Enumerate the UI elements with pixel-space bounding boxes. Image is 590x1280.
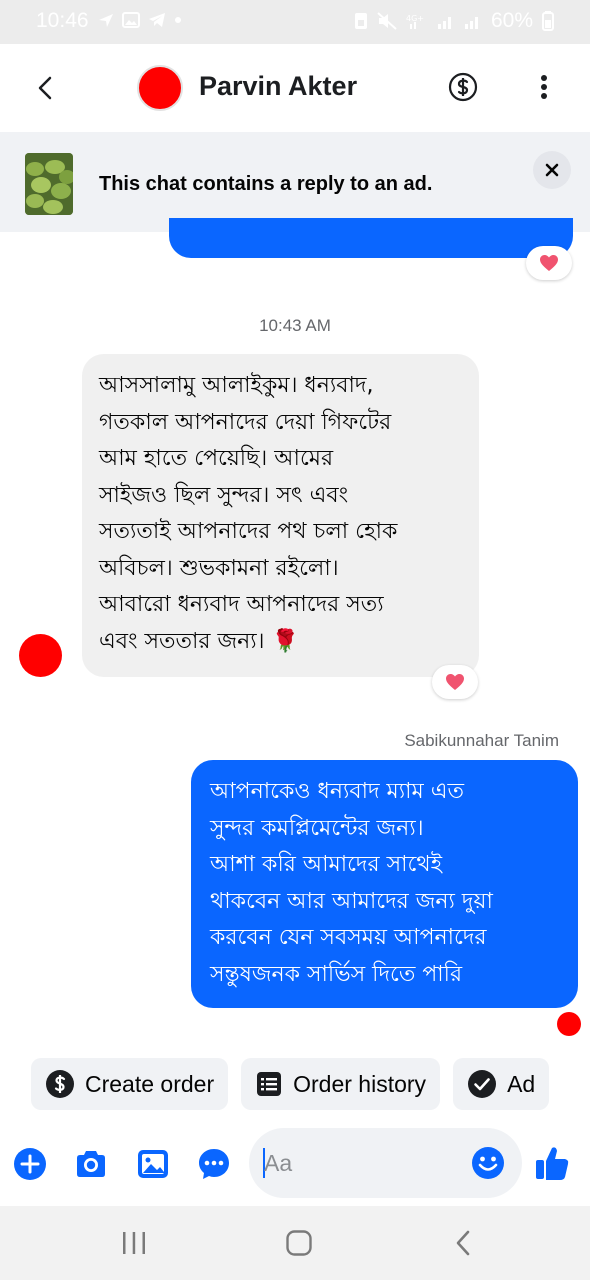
create-order-label: Create order <box>85 1070 215 1097</box>
navigation-arrow-icon <box>99 14 113 27</box>
signal-bars-icon <box>437 17 451 29</box>
message-line: সুন্দর কমপ্লিমেন্টের জন্য। <box>210 815 424 841</box>
message-line: করবেন যেন সবসময় আপনাদের <box>210 925 487 950</box>
dollar-icon <box>46 1070 74 1098</box>
recent-apps-icon[interactable] <box>120 1228 148 1258</box>
back-nav-icon[interactable] <box>452 1228 476 1258</box>
status-time: 10:46 <box>36 9 89 32</box>
incoming-message-bubble[interactable]: আসসালামু আলাইকুম। ধন্যবাদ, গতকাল আপনাদের… <box>82 354 479 677</box>
check-icon <box>468 1070 497 1098</box>
incoming-message-reaction[interactable] <box>432 665 478 699</box>
chat-header: Parvin Akter <box>0 44 590 132</box>
receipt-icon <box>257 1072 282 1096</box>
quick-actions-bar: Create order Order history Ad <box>0 1058 590 1110</box>
status-notification-icons <box>98 12 182 28</box>
message-line: সত্যতাই আপনাদের পথ চলা হোক <box>99 519 398 544</box>
plus-icon[interactable] <box>12 1146 48 1182</box>
message-line: আবারো ধন্যবাদ আপনাদের সত্য <box>99 592 384 617</box>
contact-name[interactable]: Parvin Akter <box>199 71 357 102</box>
telegram-icon <box>149 13 165 27</box>
mango-thumbnail-image <box>25 153 73 215</box>
gallery-icon[interactable] <box>135 1146 171 1182</box>
message-timestamp: 10:43 AM <box>259 316 331 335</box>
signal-4g-icon: 4G+ <box>406 14 424 29</box>
previous-outgoing-bubble[interactable] <box>169 218 573 258</box>
message-line: আপনাকেও ধন্যবাদ ম্যাম এত <box>210 779 464 804</box>
message-line: অবিচল। শুভকামনা রইলো। <box>99 555 339 581</box>
message-line: সাইজও ছিল সুন্দর। সৎ এবং <box>99 482 349 508</box>
camera-icon[interactable] <box>73 1146 109 1182</box>
thumbs-up-icon[interactable] <box>534 1144 570 1182</box>
outgoing-sender-name: Sabikunnahar Tanim <box>404 731 559 750</box>
status-bar: 10:46 4G+ 60% <box>0 0 590 44</box>
message-input-placeholder: Aa <box>264 1150 293 1176</box>
message-line: সন্তুষজনক সার্ভিস দিতে পারি <box>210 961 463 987</box>
home-icon[interactable] <box>284 1228 314 1258</box>
heart-icon <box>446 674 464 690</box>
svg-text:4G+: 4G+ <box>406 14 424 23</box>
message-line: আশা করি আমাদের সাথেই <box>210 852 443 877</box>
back-arrow-icon[interactable] <box>28 70 64 106</box>
chat-bubble-icon[interactable] <box>196 1146 232 1182</box>
previous-message-reaction[interactable] <box>526 246 572 280</box>
ad-thumbnail <box>25 153 73 215</box>
message-line: আম হাতে পেয়েছি। আমের <box>99 446 334 471</box>
signal-bars-2-icon <box>464 17 478 29</box>
ad-reply-banner[interactable]: This chat contains a reply to an ad. <box>0 132 590 232</box>
contact-avatar[interactable] <box>137 65 183 111</box>
order-history-label: Order history <box>293 1070 427 1097</box>
status-system-icons: 4G+ 60% <box>354 9 554 33</box>
outgoing-message-bubble[interactable]: আপনাকেও ধন্যবাদ ম্যাম এত সুন্দর কমপ্লিমে… <box>191 760 578 1008</box>
mute-icon <box>377 12 397 30</box>
message-line: থাকবেন আর আমাদের জন্য দুয়া <box>210 888 493 914</box>
message-line: আসসালামু আলাইকুম। ধন্যবাদ, <box>99 373 374 398</box>
system-navigation-bar <box>0 1206 590 1280</box>
create-order-button[interactable]: Create order <box>31 1058 229 1110</box>
ad-banner-text: This chat contains a reply to an ad. <box>99 173 433 195</box>
seen-indicator-avatar <box>557 1012 581 1036</box>
message-line: এবং সততার জন্য। 🌹 <box>99 628 299 654</box>
message-line: গতকাল আপনাদের দেয়া গিফটের <box>99 409 392 435</box>
sim-lock-icon <box>354 13 367 29</box>
gallery-icon <box>122 12 140 28</box>
emoji-icon[interactable] <box>471 1146 505 1180</box>
sender-avatar[interactable] <box>19 634 62 677</box>
dot-icon <box>175 17 181 23</box>
close-icon <box>545 163 559 177</box>
order-history-button[interactable]: Order history <box>241 1058 441 1110</box>
close-banner-button[interactable] <box>533 151 571 189</box>
heart-icon <box>540 255 558 271</box>
dollar-icon[interactable] <box>446 70 480 104</box>
more-options-icon[interactable] <box>530 70 558 104</box>
battery-percent: 60% <box>490 9 533 32</box>
add-label-text: Ad <box>507 1070 536 1097</box>
battery-icon <box>542 11 554 31</box>
add-label-button[interactable]: Ad <box>453 1058 550 1110</box>
